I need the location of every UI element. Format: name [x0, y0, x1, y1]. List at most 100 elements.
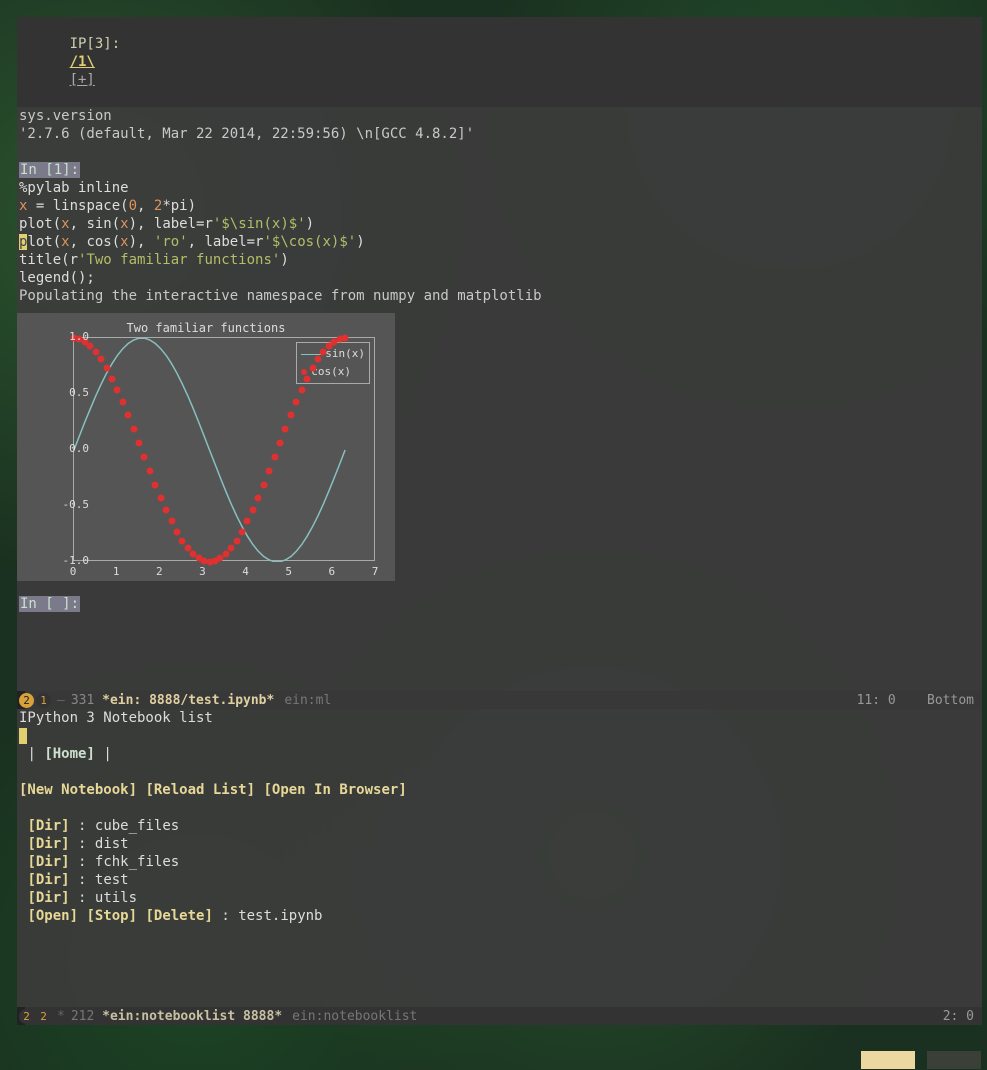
data-point: [342, 335, 349, 342]
dir-row: [Dir] : dist: [17, 835, 982, 853]
data-point: [168, 518, 175, 525]
buffer-number-badge: 2: [36, 1009, 51, 1024]
new-notebook-button[interactable]: [New Notebook]: [19, 782, 137, 798]
buffer-number-badge: 1: [36, 693, 51, 708]
data-point: [255, 494, 262, 501]
dir-button[interactable]: [Dir]: [27, 890, 69, 906]
output-line: sys.version: [17, 107, 982, 125]
dir-button[interactable]: [Dir]: [27, 872, 69, 888]
plot-output: Two familiar functions sin(x) cos(x) -1.…: [17, 313, 395, 581]
plot-area: sin(x) cos(x): [73, 337, 375, 561]
data-point: [119, 399, 126, 406]
home-link[interactable]: [Home]: [44, 746, 95, 762]
dir-name[interactable]: fchk_files: [95, 854, 179, 870]
notebooklist-pane[interactable]: IPython 3 Notebook list | [Home] | [New …: [17, 709, 982, 1007]
taskbar-item[interactable]: [861, 1051, 915, 1069]
dir-button[interactable]: [Dir]: [27, 854, 69, 870]
breadcrumb: | [Home] |: [17, 745, 982, 763]
data-point: [125, 412, 132, 419]
tab-ip-label: IP[3]:: [70, 36, 121, 52]
dir-button[interactable]: [Dir]: [27, 818, 69, 834]
data-point: [92, 348, 99, 355]
data-point: [103, 365, 110, 372]
x-tick-label: 6: [329, 563, 336, 581]
reload-list-button[interactable]: [Reload List]: [145, 782, 255, 798]
in-prompt-row: In [1]:: [17, 161, 982, 179]
code-line[interactable]: x = linspace(0, 2*pi): [17, 197, 982, 215]
code-line[interactable]: plot(x, cos(x), 'ro', label=r'$\cos(x)$'…: [17, 233, 982, 251]
x-tick-label: 2: [156, 563, 163, 581]
data-point: [309, 365, 316, 372]
notebook-pane[interactable]: IP[3]: /1\ [+] sys.version '2.7.6 (defau…: [17, 17, 982, 691]
code-line[interactable]: plot(x, sin(x), label=r'$\sin(x)$'): [17, 215, 982, 233]
data-point: [282, 426, 289, 433]
x-tick-label: 5: [285, 563, 292, 581]
dir-name[interactable]: utils: [95, 890, 137, 906]
data-point: [157, 494, 164, 501]
dir-row: [Dir] : fchk_files: [17, 853, 982, 871]
data-point: [314, 356, 321, 363]
y-tick-label: 0.0: [69, 440, 89, 458]
legend-dot-icon: [301, 369, 307, 375]
taskbar: [0, 1050, 987, 1070]
code-line[interactable]: %pylab inline: [17, 179, 982, 197]
data-point: [146, 467, 153, 474]
open-in-browser-button[interactable]: [Open In Browser]: [263, 782, 406, 798]
data-point: [271, 454, 278, 461]
x-tick-label: 3: [199, 563, 206, 581]
line-count: 331: [71, 693, 94, 708]
y-tick-label: 0.5: [69, 384, 89, 402]
modeline-upper: 2 1 — 331 *ein: 8888/test.ipynb* ein:ml …: [17, 691, 982, 709]
data-point: [141, 454, 148, 461]
x-tick-label: 4: [242, 563, 249, 581]
code-line[interactable]: title(r'Two familiar functions'): [17, 251, 982, 269]
buffer-name: *ein:notebooklist 8888*: [102, 1009, 282, 1024]
scroll-pos: Bottom: [927, 693, 974, 708]
data-point: [222, 551, 229, 558]
data-point: [108, 375, 115, 382]
data-point: [130, 426, 137, 433]
legend-line-icon: [301, 354, 321, 355]
blank-line: [17, 143, 982, 161]
data-point: [298, 386, 305, 393]
dir-row: [Dir] : cube_files: [17, 817, 982, 835]
output-line: '2.7.6 (default, Mar 22 2014, 22:59:56) …: [17, 125, 982, 143]
output-line: Populating the interactive namespace fro…: [17, 287, 982, 305]
data-point: [179, 537, 186, 544]
data-point: [277, 439, 284, 446]
data-point: [293, 399, 300, 406]
open-button[interactable]: [Open]: [27, 908, 78, 924]
data-point: [244, 518, 251, 525]
dir-button[interactable]: [Dir]: [27, 836, 69, 852]
y-tick-label: 1.0: [69, 328, 89, 346]
modeline-lower: 2 2 * 212 *ein:notebooklist 8888* ein:no…: [17, 1007, 982, 1025]
window-number-badge: 2: [19, 1009, 34, 1024]
x-tick-label: 7: [372, 563, 379, 581]
data-point: [152, 481, 159, 488]
file-row: [Open] [Stop] [Delete] : test.ipynb: [17, 907, 982, 925]
in-prompt-empty: In [ ]:: [19, 596, 80, 612]
nblist-title: IPython 3 Notebook list: [17, 709, 982, 727]
data-point: [320, 348, 327, 355]
code-line[interactable]: legend();: [17, 269, 982, 287]
dir-name[interactable]: cube_files: [95, 818, 179, 834]
in-prompt: In [1]:: [19, 162, 80, 178]
tab-active[interactable]: /1\: [70, 54, 95, 70]
tab-add[interactable]: [+]: [70, 72, 95, 88]
dir-name[interactable]: dist: [95, 836, 129, 852]
data-point: [233, 537, 240, 544]
data-point: [114, 386, 121, 393]
dir-row: [Dir] : test: [17, 871, 982, 889]
file-name[interactable]: test.ipynb: [238, 908, 322, 924]
buffer-name: *ein: 8888/test.ipynb*: [102, 693, 274, 708]
data-point: [136, 439, 143, 446]
x-tick-label: 0: [70, 563, 77, 581]
y-tick-label: -0.5: [63, 496, 90, 514]
stop-button[interactable]: [Stop]: [86, 908, 137, 924]
dir-name[interactable]: test: [95, 872, 129, 888]
legend-item: sin(x): [301, 345, 365, 363]
cursor-pos: 11: 0: [857, 693, 896, 708]
taskbar-item[interactable]: [927, 1051, 981, 1069]
data-point: [228, 545, 235, 552]
delete-button[interactable]: [Delete]: [145, 908, 212, 924]
